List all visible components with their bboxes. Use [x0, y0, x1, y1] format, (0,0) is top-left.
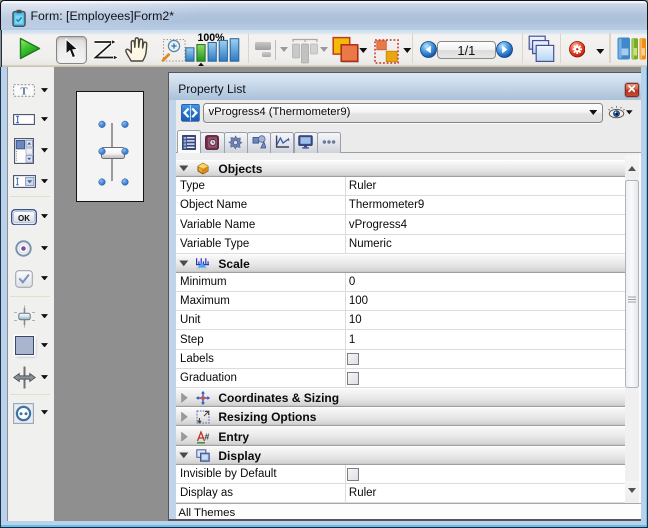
svg-text:#: #: [205, 431, 210, 441]
svg-text:T: T: [20, 86, 27, 97]
svg-text:OK: OK: [18, 213, 30, 222]
